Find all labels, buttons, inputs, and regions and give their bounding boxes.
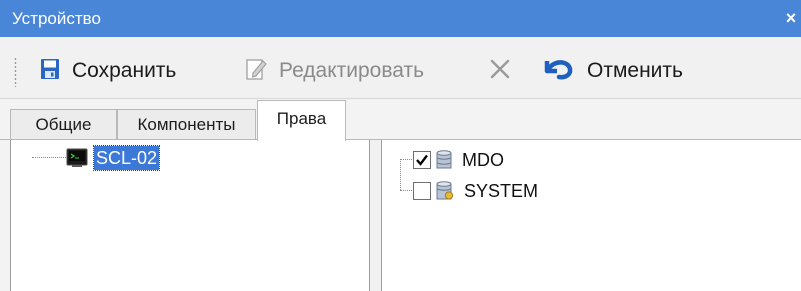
rights-tree-panel[interactable]: MDO SYSTEM [381, 140, 801, 291]
floppy-disk-icon [40, 58, 60, 85]
system-checkbox[interactable] [413, 182, 431, 200]
device-tree-panel[interactable]: SCL-02 [10, 140, 370, 291]
rights-item-mdo[interactable]: MDO [413, 148, 504, 172]
tab-components[interactable]: Компоненты [117, 109, 256, 141]
rights-item-label: MDO [462, 150, 504, 170]
device-dialog: Устройство × Сохранить Редактировать Отм… [0, 0, 801, 291]
undo-arrow-icon [541, 57, 575, 86]
tree-connector [400, 190, 412, 191]
database-icon [436, 150, 452, 170]
toolbar: Сохранить Редактировать Отменить [0, 37, 801, 99]
save-button[interactable]: Сохранить [40, 53, 176, 89]
tab-rights[interactable]: Права [257, 100, 346, 141]
close-icon[interactable]: × [783, 0, 799, 37]
database-key-icon [436, 181, 454, 201]
rights-item-system[interactable]: SYSTEM [413, 179, 538, 203]
checkmark-icon [416, 154, 428, 166]
edit-button[interactable]: Редактировать [245, 53, 424, 89]
delete-button[interactable] [489, 53, 523, 89]
rights-item-label: SYSTEM [464, 181, 539, 201]
toolbar-grip[interactable] [14, 57, 17, 87]
tree-node-scl02[interactable]: SCL-02 [66, 145, 161, 171]
edit-label: Редактировать [279, 59, 425, 82]
save-label: Сохранить [72, 59, 177, 82]
tree-connector [32, 157, 66, 158]
mdo-checkbox[interactable] [413, 151, 431, 169]
terminal-device-icon [66, 148, 88, 168]
panel-splitter[interactable] [371, 140, 381, 291]
cancel-button[interactable]: Отменить [541, 53, 683, 89]
cancel-label: Отменить [587, 59, 683, 82]
tab-general[interactable]: Общие [10, 109, 117, 141]
title-bar: Устройство × [0, 0, 801, 37]
tree-node-label: SCL-02 [92, 145, 161, 171]
x-mark-icon [489, 58, 511, 85]
tree-connector [400, 159, 401, 190]
pencil-document-icon [245, 57, 267, 86]
tab-strip: Общие Компоненты Права [0, 100, 801, 141]
window-title: Устройство [12, 9, 101, 28]
tree-connector [400, 159, 412, 160]
